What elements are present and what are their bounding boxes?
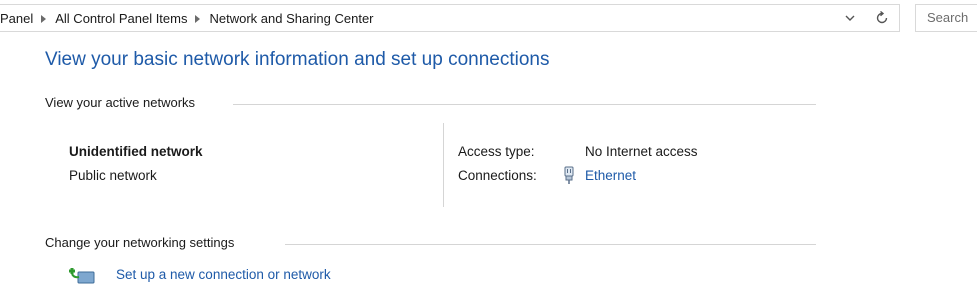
search-input[interactable]: Search: [915, 4, 977, 32]
address-dropdown-button[interactable]: [838, 5, 862, 31]
section-divider: [233, 104, 816, 105]
change-settings-heading: Change your networking settings: [45, 235, 235, 250]
active-networks-heading: View your active networks: [45, 95, 196, 110]
breadcrumb-arrow-icon[interactable]: [41, 15, 47, 24]
breadcrumb-item-all-items[interactable]: All Control Panel Items: [55, 5, 187, 32]
access-type-label: Access type:: [458, 144, 535, 159]
section-divider: [285, 244, 816, 245]
breadcrumb-box[interactable]: Panel All Control Panel Items Network and …: [0, 4, 900, 32]
address-bar: Panel All Control Panel Items Network and …: [0, 0, 977, 37]
network-name: Unidentified network: [69, 144, 203, 159]
breadcrumb: Panel All Control Panel Items Network and …: [0, 5, 374, 33]
refresh-button[interactable]: [864, 5, 899, 31]
ethernet-icon[interactable]: [562, 166, 576, 185]
network-divider: [443, 123, 444, 207]
new-connection-icon[interactable]: [66, 264, 96, 284]
access-type-value: No Internet access: [585, 144, 698, 159]
breadcrumb-item-control-panel[interactable]: Panel: [0, 5, 33, 32]
connections-label: Connections:: [458, 168, 537, 183]
breadcrumb-arrow-icon[interactable]: [195, 15, 201, 24]
refresh-icon: [876, 11, 888, 24]
chevron-down-icon: [845, 15, 855, 21]
network-category-link[interactable]: Public network: [69, 168, 157, 183]
page-title: View your basic network information and …: [45, 49, 550, 70]
ethernet-connection-link[interactable]: Ethernet: [585, 168, 636, 183]
breadcrumb-item-network-sharing[interactable]: Network and Sharing Center: [209, 5, 373, 32]
